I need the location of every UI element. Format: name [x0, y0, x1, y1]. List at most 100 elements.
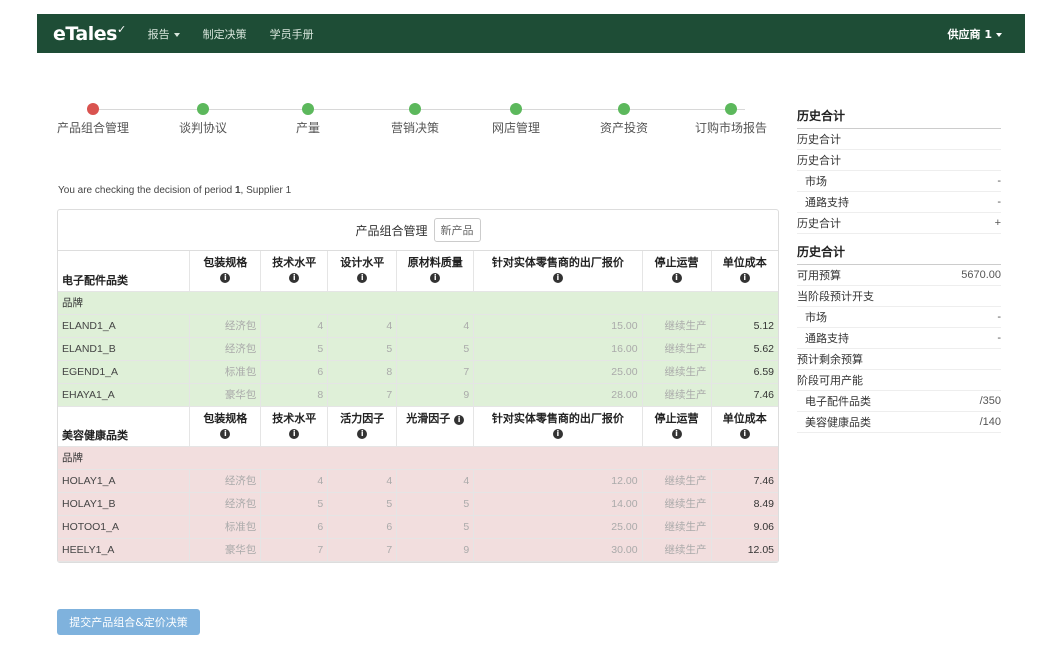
- status-cell[interactable]: 继续生产: [641, 360, 712, 384]
- package-cell[interactable]: 标准包: [189, 515, 261, 539]
- price-cell[interactable]: 28.00: [473, 383, 643, 407]
- brand-section-label: 品牌: [58, 446, 778, 470]
- user-menu[interactable]: 供应商 1: [948, 26, 1002, 42]
- package-cell[interactable]: 经济包: [189, 469, 261, 493]
- attr-cell[interactable]: 7: [396, 360, 474, 384]
- step-marketing[interactable]: 营销决策: [365, 103, 465, 136]
- status-cell[interactable]: 继续生产: [641, 469, 712, 493]
- info-icon[interactable]: i: [454, 414, 465, 425]
- info-icon[interactable]: i: [220, 273, 231, 283]
- column-header: 包装规格 i: [189, 406, 261, 447]
- sidebar-row-value: /350: [979, 395, 1001, 407]
- status-cell[interactable]: 继续生产: [641, 515, 712, 539]
- nav-item-manual[interactable]: 学员手册: [270, 26, 314, 42]
- status-cell[interactable]: 继续生产: [641, 383, 712, 407]
- attr-cell[interactable]: 5: [396, 337, 474, 361]
- brand-logo[interactable]: eTales✓: [37, 23, 126, 45]
- tech-level-cell[interactable]: 4: [260, 314, 328, 338]
- sidebar-row: 历史合计: [797, 150, 1001, 171]
- sidebar-row-value: +: [994, 217, 1001, 229]
- info-icon[interactable]: i: [357, 273, 368, 283]
- info-icon[interactable]: i: [739, 428, 750, 439]
- status-cell[interactable]: 继续生产: [641, 314, 712, 338]
- price-cell[interactable]: 15.00: [473, 314, 643, 338]
- tech-level-cell[interactable]: 5: [260, 492, 328, 516]
- step-market-report[interactable]: 订购市场报告: [681, 103, 781, 136]
- info-icon[interactable]: i: [671, 428, 682, 439]
- unit-cost-cell: 6.59: [710, 360, 778, 384]
- sidebar-row: 当阶段预计开支: [797, 286, 1001, 307]
- nav-item-decisions[interactable]: 制定决策: [203, 26, 247, 42]
- sidebar-row-label: 美容健康品类: [805, 416, 871, 429]
- info-icon[interactable]: i: [552, 428, 563, 439]
- submit-decision-button[interactable]: 提交产品组合&定价决策: [57, 609, 200, 635]
- nav-item-reports[interactable]: 报告: [148, 26, 180, 42]
- brand-name-cell: ELAND1_B: [58, 337, 190, 361]
- tech-level-cell[interactable]: 6: [260, 515, 328, 539]
- attr-cell[interactable]: 4: [327, 469, 397, 493]
- step-asset-investment[interactable]: 资产投资: [574, 103, 674, 136]
- sidebar-row: 历史合计: [797, 129, 1001, 150]
- info-icon[interactable]: i: [357, 428, 368, 439]
- status-cell[interactable]: 继续生产: [641, 337, 712, 361]
- step-negotiation[interactable]: 谈判协议: [153, 103, 253, 136]
- attr-cell[interactable]: 9: [396, 538, 474, 562]
- tech-level-cell[interactable]: 7: [260, 538, 328, 562]
- attr-cell[interactable]: 7: [327, 383, 397, 407]
- status-cell[interactable]: 继续生产: [641, 538, 712, 562]
- brand-section-label: 品牌: [58, 291, 778, 315]
- attr-cell[interactable]: 6: [327, 515, 397, 539]
- package-cell[interactable]: 经济包: [189, 337, 261, 361]
- column-header: 停止运营 i: [641, 406, 712, 447]
- package-cell[interactable]: 标准包: [189, 360, 261, 384]
- table-header-row: 美容健康品类 包装规格 i 技术水平 i 活力因子 i 光滑因子 i 针对实体零售商的出厂报价 i…: [58, 406, 778, 447]
- tech-level-cell[interactable]: 8: [260, 383, 328, 407]
- attr-cell[interactable]: 5: [327, 337, 397, 361]
- price-cell[interactable]: 30.00: [473, 538, 643, 562]
- new-product-button[interactable]: 新产品: [433, 218, 481, 242]
- attr-cell[interactable]: 4: [327, 314, 397, 338]
- attr-cell[interactable]: 4: [396, 469, 474, 493]
- package-cell[interactable]: 豪华包: [189, 538, 261, 562]
- column-header: 技术水平 i: [260, 406, 328, 447]
- attr-cell[interactable]: 4: [396, 314, 474, 338]
- step-product-portfolio[interactable]: 产品组合管理: [43, 103, 143, 136]
- info-icon[interactable]: i: [552, 273, 563, 283]
- package-cell[interactable]: 经济包: [189, 314, 261, 338]
- info-icon[interactable]: i: [739, 273, 750, 283]
- info-icon[interactable]: i: [289, 428, 300, 439]
- step-status-dot: [87, 103, 99, 115]
- attr-cell[interactable]: 5: [327, 492, 397, 516]
- price-cell[interactable]: 12.00: [473, 469, 643, 493]
- price-cell[interactable]: 16.00: [473, 337, 643, 361]
- product-table: 电子配件品类 包装规格 i 技术水平 i 设计水平 i 原材料质量 i 针对实体零售商的出厂报价 i…: [58, 251, 778, 562]
- info-icon[interactable]: i: [430, 273, 441, 283]
- attr-cell[interactable]: 5: [396, 492, 474, 516]
- info-icon[interactable]: i: [220, 428, 231, 439]
- table-row: ELAND1_B 经济包 5 5 5 16.00 继续生产 5.62: [58, 337, 778, 361]
- brand-name-cell: EGEND1_A: [58, 360, 190, 384]
- info-icon[interactable]: i: [671, 273, 682, 283]
- attr-cell[interactable]: 9: [396, 383, 474, 407]
- brand-name-cell: ELAND1_A: [58, 314, 190, 338]
- attr-cell[interactable]: 7: [327, 538, 397, 562]
- package-cell[interactable]: 豪华包: [189, 383, 261, 407]
- step-online-store[interactable]: 网店管理: [466, 103, 566, 136]
- tech-level-cell[interactable]: 6: [260, 360, 328, 384]
- unit-cost-cell: 7.46: [710, 469, 778, 493]
- price-cell[interactable]: 25.00: [473, 515, 643, 539]
- column-header: 设计水平 i: [327, 251, 397, 292]
- status-cell[interactable]: 继续生产: [641, 492, 712, 516]
- attr-cell[interactable]: 5: [396, 515, 474, 539]
- info-icon[interactable]: i: [289, 273, 300, 283]
- step-production[interactable]: 产量: [258, 103, 358, 136]
- package-cell[interactable]: 经济包: [189, 492, 261, 516]
- sidebar-row-label: 市场: [805, 311, 827, 324]
- price-cell[interactable]: 25.00: [473, 360, 643, 384]
- tech-level-cell[interactable]: 5: [260, 337, 328, 361]
- tech-level-cell[interactable]: 4: [260, 469, 328, 493]
- sidebar-row: 历史合计 +: [797, 213, 1001, 234]
- attr-cell[interactable]: 8: [327, 360, 397, 384]
- price-cell[interactable]: 14.00: [473, 492, 643, 516]
- column-header: 光滑因子 i: [396, 406, 474, 447]
